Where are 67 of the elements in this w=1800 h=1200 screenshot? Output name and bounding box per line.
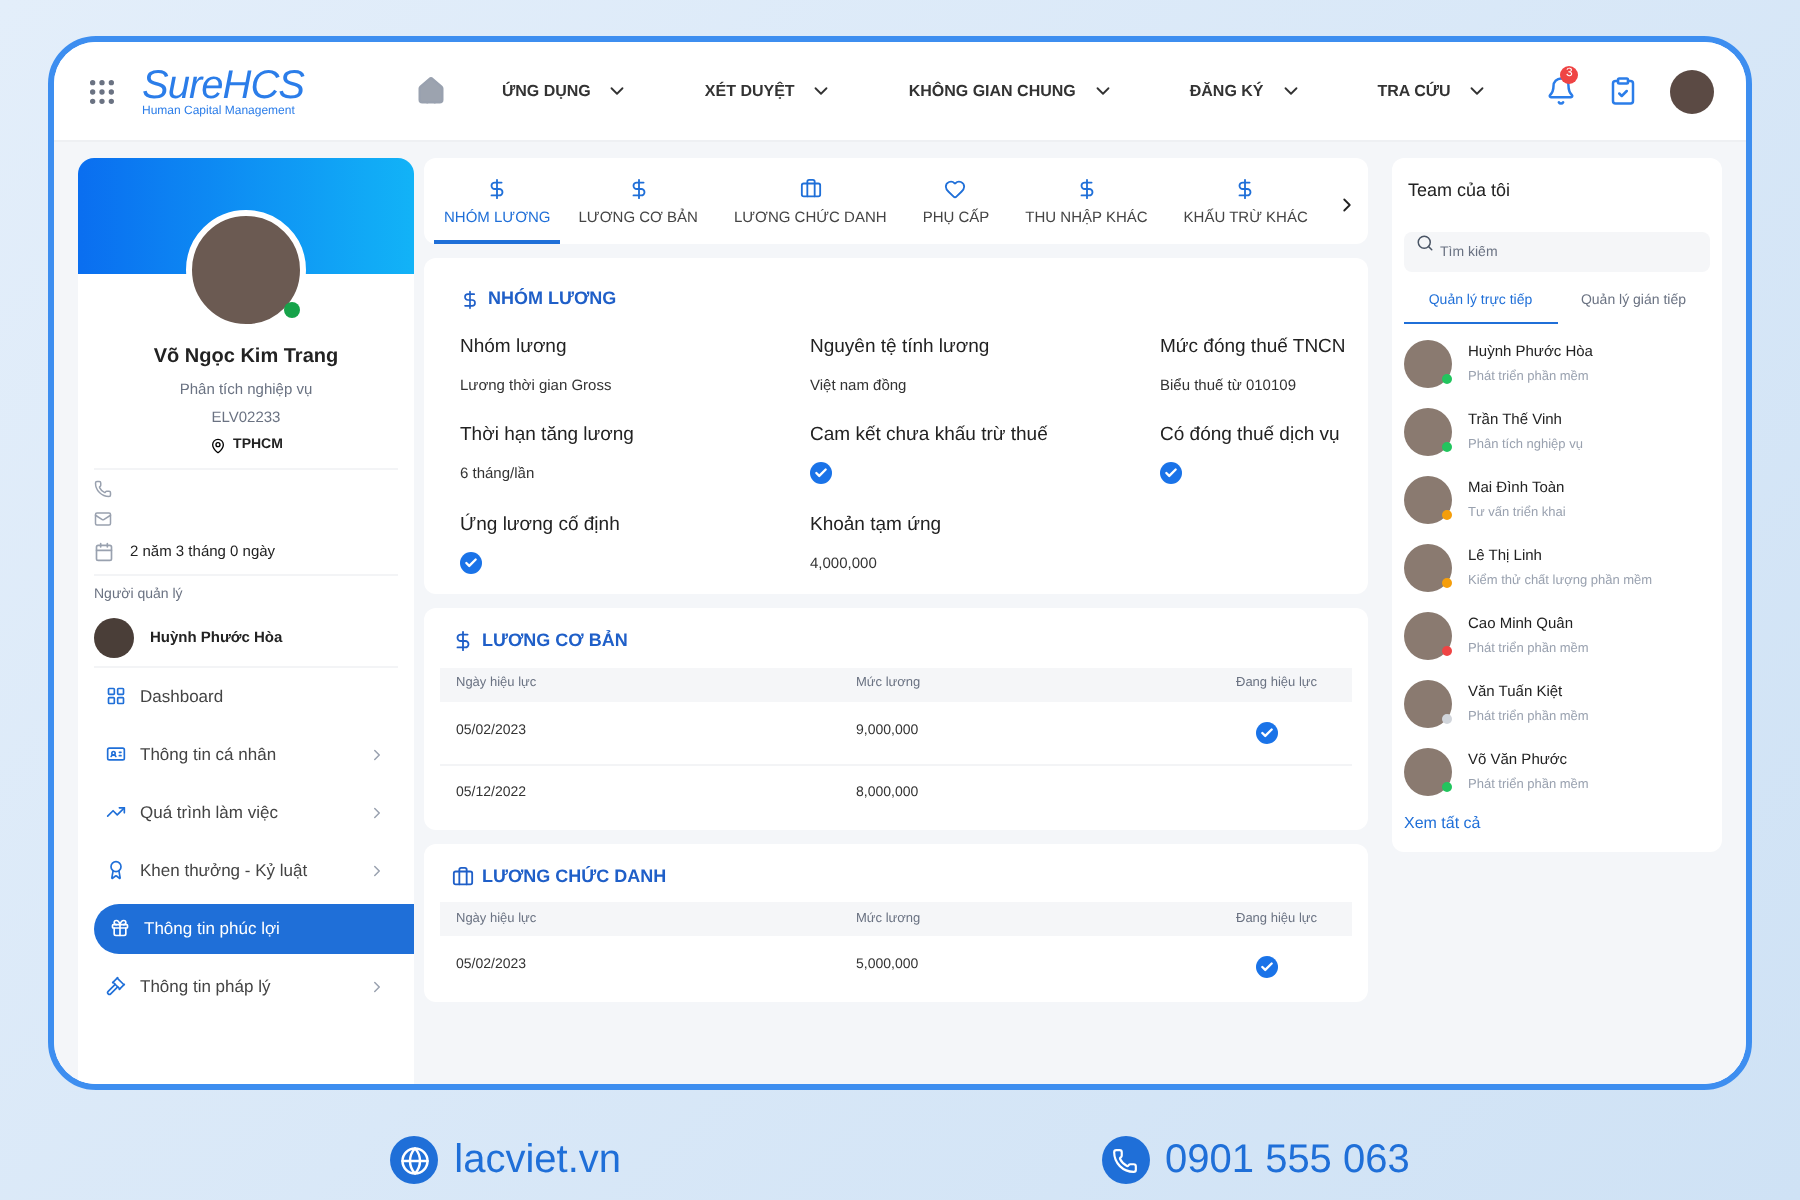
globe-icon [390, 1136, 439, 1184]
sidebar-menu-item[interactable]: Quá trình làm việc [78, 783, 414, 842]
sidebar-menu-item[interactable]: Thông tin pháp lý [78, 957, 414, 1016]
field-label: Ứng lương cố định [460, 511, 622, 539]
field-label: Khoản tạm ứng [810, 511, 944, 539]
logo-text: SureHCS [142, 65, 304, 105]
member-avatar [1404, 612, 1452, 660]
chevron-right-icon [368, 861, 386, 880]
nav-menu-button[interactable]: ỨNG DỤNG [501, 79, 629, 103]
card-title: LƯƠNG CHỨC DANH [482, 863, 667, 889]
calendar-icon [94, 541, 114, 562]
phone-number-text: 0901 555 063 [1165, 1136, 1410, 1186]
field-label: Có đóng thuế dịch vụ [1160, 422, 1342, 450]
field-label: Nhóm lương [460, 333, 569, 361]
sidebar-menu-item[interactable]: Khen thưởng - Kỷ luật [78, 841, 414, 900]
award-icon [106, 860, 126, 881]
home-icon[interactable] [415, 76, 446, 106]
dollar-icon [486, 177, 509, 200]
field-label: Nguyên tệ tính lương [810, 333, 992, 361]
member-avatar [1404, 408, 1452, 456]
nav-menu-button[interactable]: KHÔNG GIAN CHUNG [908, 79, 1114, 103]
briefcase-icon [452, 865, 474, 888]
field-label: Cam kết chưa khấu trừ thuế [810, 422, 1050, 450]
card-title: LƯƠNG CƠ BẢN [482, 628, 628, 654]
chevron-right-icon [368, 977, 386, 996]
dollar-icon [1234, 177, 1257, 200]
member-avatar [1404, 544, 1452, 592]
profile-name: Võ Ngọc Kim Trang [153, 344, 339, 372]
member-avatar [1404, 476, 1452, 524]
clipboard-check-icon[interactable] [1608, 76, 1638, 106]
sidebar-menu-item[interactable]: Thông tin phúc lợi [94, 903, 414, 954]
panel-title: Team của tôi [1406, 178, 1513, 204]
chevron-right-icon [368, 745, 386, 764]
phone-icon [94, 480, 112, 498]
dollar-icon [452, 630, 474, 653]
mail-icon [94, 510, 112, 528]
apps-grid-icon[interactable] [86, 75, 118, 107]
grid-icon [106, 686, 126, 707]
phone-icon [1101, 1136, 1150, 1184]
location-pin-icon [209, 437, 226, 454]
card-title: NHÓM LƯƠNG [488, 286, 617, 312]
dollar-icon [1075, 177, 1098, 200]
member-avatar [1404, 748, 1452, 796]
dollar-icon [460, 289, 480, 310]
dollar-icon [627, 177, 650, 200]
user-avatar[interactable] [1670, 69, 1714, 113]
sidebar-menu-item[interactable]: Thông tin cá nhân [78, 725, 414, 784]
briefcase-icon [799, 177, 822, 200]
trend-line-icon [106, 802, 126, 823]
member-avatar [1404, 680, 1452, 728]
search-icon [1416, 234, 1434, 252]
sidebar-menu-item[interactable]: Dashboard [78, 667, 414, 726]
chevron-right-icon [368, 803, 386, 822]
manager-avatar [94, 617, 134, 658]
field-label: Mức đóng thuế TNCN [1160, 333, 1346, 361]
id-card-icon [106, 744, 126, 765]
nav-menu-button[interactable]: XÉT DUYỆT [704, 79, 833, 103]
gift-icon [110, 918, 130, 939]
field-label: Thời hạn tăng lương [460, 422, 636, 450]
see-all-link[interactable]: Xem tất cả [1404, 812, 1710, 836]
website-text: lacviet.vn [454, 1136, 622, 1186]
member-avatar [1404, 340, 1452, 388]
nav-menu-button[interactable]: TRA CỨU [1377, 79, 1489, 103]
heart-icon [944, 177, 967, 200]
nav-menu-button[interactable]: ĐĂNG KÝ [1189, 79, 1302, 103]
notification-bell-icon[interactable] [1546, 76, 1576, 106]
gavel-icon [106, 976, 126, 997]
